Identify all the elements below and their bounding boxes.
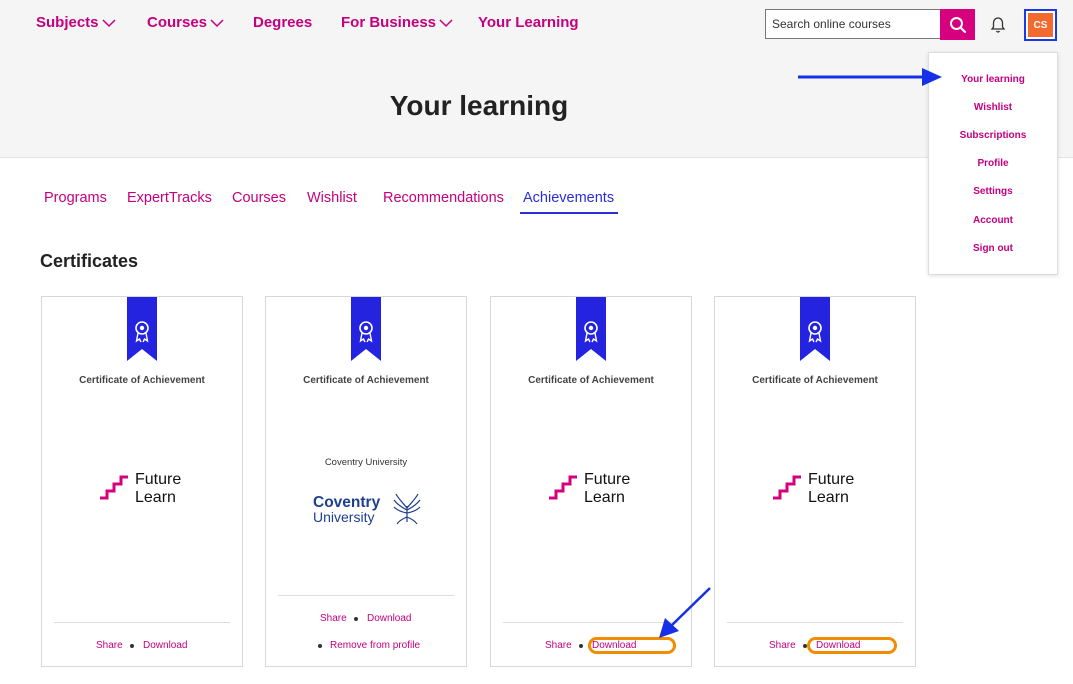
- chevron-down-icon: [439, 18, 453, 27]
- divider: [727, 622, 903, 623]
- menu-item-subscriptions[interactable]: Subscriptions: [929, 130, 1057, 141]
- share-link[interactable]: Share: [96, 640, 123, 651]
- menu-item-account[interactable]: Account: [929, 215, 1057, 226]
- nav-your-learning-label: Your Learning: [478, 14, 579, 31]
- menu-item-settings[interactable]: Settings: [929, 186, 1057, 197]
- download-link[interactable]: Download: [367, 613, 411, 624]
- divider: [503, 622, 679, 623]
- separator-dot: [318, 644, 322, 648]
- futurelearn-logo: Future Learn: [773, 471, 854, 505]
- tab-recommendations[interactable]: Recommendations: [383, 190, 504, 206]
- chevron-down-icon: [102, 18, 116, 27]
- nav-courses-label: Courses: [147, 14, 208, 31]
- active-tab-indicator: [520, 212, 618, 214]
- tab-programs[interactable]: Programs: [44, 190, 107, 206]
- separator-dot: [579, 644, 583, 648]
- nav-degrees-label: Degrees: [253, 14, 313, 31]
- download-highlight-outline: [807, 637, 897, 654]
- award-ribbon-icon: [576, 297, 606, 361]
- menu-item-profile[interactable]: Profile: [929, 158, 1057, 169]
- separator-dot: [354, 617, 358, 621]
- menu-item-sign-out[interactable]: Sign out: [929, 243, 1057, 254]
- section-title: Certificates: [40, 251, 139, 271]
- futurelearn-logo: Future Learn: [100, 471, 181, 505]
- divider: [278, 595, 454, 596]
- share-link[interactable]: Share: [545, 640, 572, 651]
- share-link[interactable]: Share: [769, 640, 796, 651]
- chevron-down-icon: [210, 18, 224, 27]
- award-ribbon-icon: [127, 297, 157, 361]
- tab-wishlist[interactable]: Wishlist: [307, 190, 357, 206]
- certificate-card: Certificate of Achievement Future Learn …: [714, 296, 916, 667]
- futurelearn-logo: Future Learn: [549, 471, 630, 505]
- logo-line-1: Future: [584, 471, 630, 488]
- nav-subjects-label: Subjects: [36, 14, 99, 31]
- certificate-title: Certificate of Achievement: [528, 375, 654, 386]
- university-name: Coventry University: [324, 457, 408, 468]
- avatar-initials: CS: [1028, 13, 1053, 37]
- certificate-title: Certificate of Achievement: [303, 375, 429, 386]
- award-ribbon-icon: [800, 297, 830, 361]
- logo-line-2: Learn: [808, 489, 849, 505]
- logo-line-2: University: [313, 509, 374, 525]
- share-link[interactable]: Share: [320, 613, 347, 624]
- page-title: Your learning: [389, 90, 569, 121]
- coventry-university-logo: Coventry University: [313, 493, 421, 525]
- remove-from-profile-link[interactable]: Remove from profile: [330, 640, 420, 651]
- divider: [54, 622, 230, 623]
- certificate-title: Certificate of Achievement: [79, 375, 205, 386]
- award-ribbon-icon: [351, 297, 381, 361]
- nav-for-business-label: For Business: [341, 14, 437, 31]
- logo-line-1: Future: [135, 471, 181, 488]
- logo-line-2: Learn: [584, 489, 625, 505]
- download-link[interactable]: Download: [143, 640, 187, 651]
- tab-courses[interactable]: Courses: [232, 190, 286, 206]
- nav-your-learning[interactable]: Your Learning: [478, 14, 579, 31]
- nav-for-business[interactable]: For Business: [341, 14, 453, 31]
- search-icon: [949, 16, 966, 33]
- tab-experttracks[interactable]: ExpertTracks: [127, 190, 212, 206]
- logo-line-1: Future: [808, 471, 854, 488]
- avatar[interactable]: CS: [1024, 9, 1057, 41]
- nav-subjects[interactable]: Subjects: [36, 14, 116, 31]
- annotation-arrow-right-icon: [798, 68, 942, 86]
- logo-line-2: Learn: [135, 489, 176, 505]
- menu-item-your-learning[interactable]: Your learning: [929, 74, 1057, 85]
- nav-degrees[interactable]: Degrees: [253, 14, 312, 31]
- certificate-card: Certificate of Achievement Future Learn …: [41, 296, 243, 667]
- bell-icon[interactable]: [990, 16, 1006, 34]
- certificate-title: Certificate of Achievement: [752, 375, 878, 386]
- menu-item-wishlist[interactable]: Wishlist: [929, 102, 1057, 113]
- search-button[interactable]: [940, 9, 975, 40]
- certificate-card: Certificate of Achievement Coventry Univ…: [265, 296, 467, 667]
- annotation-arrow-down-left-icon: [659, 587, 711, 638]
- search-input[interactable]: Search online courses: [765, 9, 940, 39]
- nav-courses[interactable]: Courses: [147, 14, 224, 31]
- account-dropdown-menu: Your learning Wishlist Subscriptions Pro…: [928, 52, 1058, 275]
- tab-achievements[interactable]: Achievements: [523, 190, 614, 206]
- separator-dot: [130, 644, 134, 648]
